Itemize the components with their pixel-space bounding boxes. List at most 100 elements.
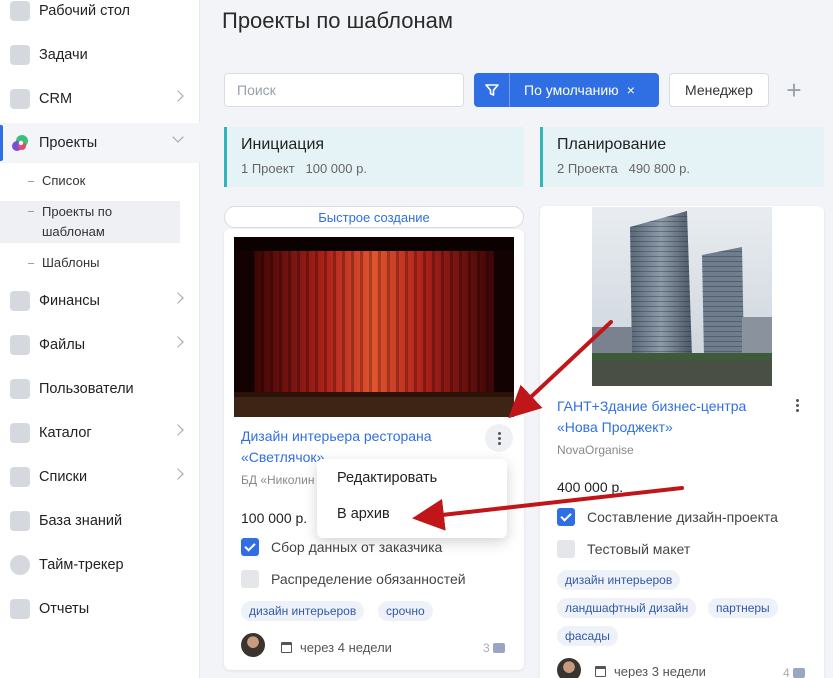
chevron-right-icon [172,90,184,102]
more-options-button[interactable] [796,399,799,412]
project-card[interactable]: ГАНТ+Здание бизнес-центра «Нова Проджект… [540,206,824,678]
finance-icon [10,291,30,311]
column-header-planning: Планирование 2 Проекта 490 800 р. [540,127,824,187]
task-label: Тестовый макет [587,541,691,557]
sidebar-item-desktop[interactable]: Рабочий стол [0,0,200,31]
task-item[interactable]: Составление дизайн-проекта [557,508,778,526]
project-image [234,237,514,417]
comments-number: 4 [783,666,790,678]
quick-create-button[interactable]: Быстрое создание [224,206,524,228]
project-price: 400 000 р. [557,479,624,495]
manager-button[interactable]: Менеджер [669,73,769,107]
task-item[interactable]: Сбор данных от заказчика [241,538,442,556]
column-title: Планирование [557,136,667,153]
column-summary: 1 Проект 100 000 р. [241,161,367,176]
checkbox-unchecked[interactable] [557,540,575,558]
due-date: через 3 недели [595,664,706,678]
sidebar-item-users[interactable]: Пользователи [0,369,200,409]
sidebar-item-label: CRM [39,91,73,107]
avatar[interactable] [241,633,265,657]
sidebar-item-label: Списки [39,469,88,485]
project-title-line2: «Нова Проджект» [557,419,673,435]
calendar-icon [281,642,292,653]
sidebar-item-label: Тайм-трекер [39,557,124,573]
comment-icon [792,668,805,678]
filter-button[interactable]: По умолчанию × [474,73,659,107]
search-input[interactable] [224,73,464,107]
sidebar-subitem-templates[interactable]: Шаблоны [0,253,200,273]
sidebar-item-files[interactable]: Файлы [0,325,200,365]
sidebar-item-crm[interactable]: CRM [0,79,200,119]
due-text: через 4 недели [300,640,392,655]
sidebar-item-label: База знаний [39,513,123,529]
chevron-right-icon [172,468,184,480]
sidebar-item-label: Отчеты [39,601,90,617]
sidebar-item-tasks[interactable]: Задачи [0,35,200,75]
project-card[interactable]: Дизайн интерьера ресторана «Светлячок» Б… [224,229,524,670]
menu-item-edit[interactable]: Редактировать [337,470,437,486]
projects-icon [10,133,30,153]
task-item[interactable]: Тестовый макет [557,540,690,558]
sidebar-item-reports[interactable]: Отчеты [0,589,200,629]
sidebar-item-label: Пользователи [39,381,134,397]
sidebar-item-label: Рабочий стол [39,3,131,19]
checkbox-checked[interactable] [241,538,259,556]
sidebar-item-projects[interactable]: Проекты [0,123,200,163]
sidebar-item-time-tracker[interactable]: Тайм-трекер [0,545,200,585]
column-header-initiation: Инициация 1 Проект 100 000 р. [224,127,524,187]
project-title-line1: ГАНТ+Здание бизнес-центра [557,398,747,414]
more-options-button[interactable] [485,424,513,452]
project-image [592,207,772,386]
avatar[interactable] [557,658,581,678]
catalog-icon [10,423,30,443]
kebab-icon [796,399,799,412]
sidebar-item-label: Файлы [39,337,86,353]
tag[interactable]: дизайн интерьеров [557,570,681,590]
checkbox-unchecked[interactable] [241,570,259,588]
project-title[interactable]: ГАНТ+Здание бизнес-центра «Нова Проджект… [557,396,787,438]
page-title: Проекты по шаблонам [222,8,453,33]
crm-icon [10,89,30,109]
due-text: через 3 недели [614,664,706,678]
comments-count[interactable]: 3 [483,641,505,655]
task-label: Распределение обязанностей [271,571,466,587]
context-menu: Редактировать В архив [317,459,507,538]
tag[interactable]: срочно [378,601,433,621]
knowledge-base-icon [10,511,30,531]
close-icon[interactable]: × [627,82,635,98]
task-label: Сбор данных от заказчика [271,539,443,555]
project-subtitle: БД «Николин [241,473,315,487]
sidebar-item-label: Каталог [39,425,92,441]
task-item[interactable]: Распределение обязанностей [241,570,466,588]
comment-icon [492,643,505,653]
chevron-right-icon [172,292,184,304]
sidebar-item-lists[interactable]: Списки [0,457,200,497]
sidebar-subitem-list[interactable]: Список [0,171,200,191]
sidebar-item-label: Проекты [39,135,98,151]
column-summary: 2 Проекта 490 800 р. [557,161,691,176]
checkbox-checked[interactable] [557,508,575,526]
lists-icon [10,467,30,487]
reports-icon [10,599,30,619]
comments-count[interactable]: 4 [783,666,805,678]
sidebar-subitem-label: Проекты по шаблонам [42,204,113,239]
column-title: Инициация [241,136,325,153]
tasks-icon [10,45,30,65]
users-icon [10,379,30,399]
tag[interactable]: партнеры [708,598,778,618]
tag[interactable]: фасады [557,626,618,646]
sidebar-item-catalog[interactable]: Каталог [0,413,200,453]
sidebar: Рабочий стол Задачи CRM Проекты Список П… [0,0,200,678]
sidebar-item-knowledge-base[interactable]: База знаний [0,501,200,541]
add-column-button[interactable]: + [780,73,808,107]
sidebar-item-finance[interactable]: Финансы [0,281,200,321]
sidebar-subitem-template-projects[interactable]: Проекты по шаблонам [0,201,180,243]
menu-item-archive[interactable]: В архив [337,506,390,522]
project-price: 100 000 р. [241,510,308,526]
tag[interactable]: дизайн интерьеров [241,601,365,621]
tag[interactable]: ландшафтный дизайн [557,598,697,618]
kebab-icon [497,431,501,445]
sidebar-item-label: Финансы [39,293,100,309]
chevron-down-icon [172,131,184,143]
calendar-icon [595,666,606,677]
